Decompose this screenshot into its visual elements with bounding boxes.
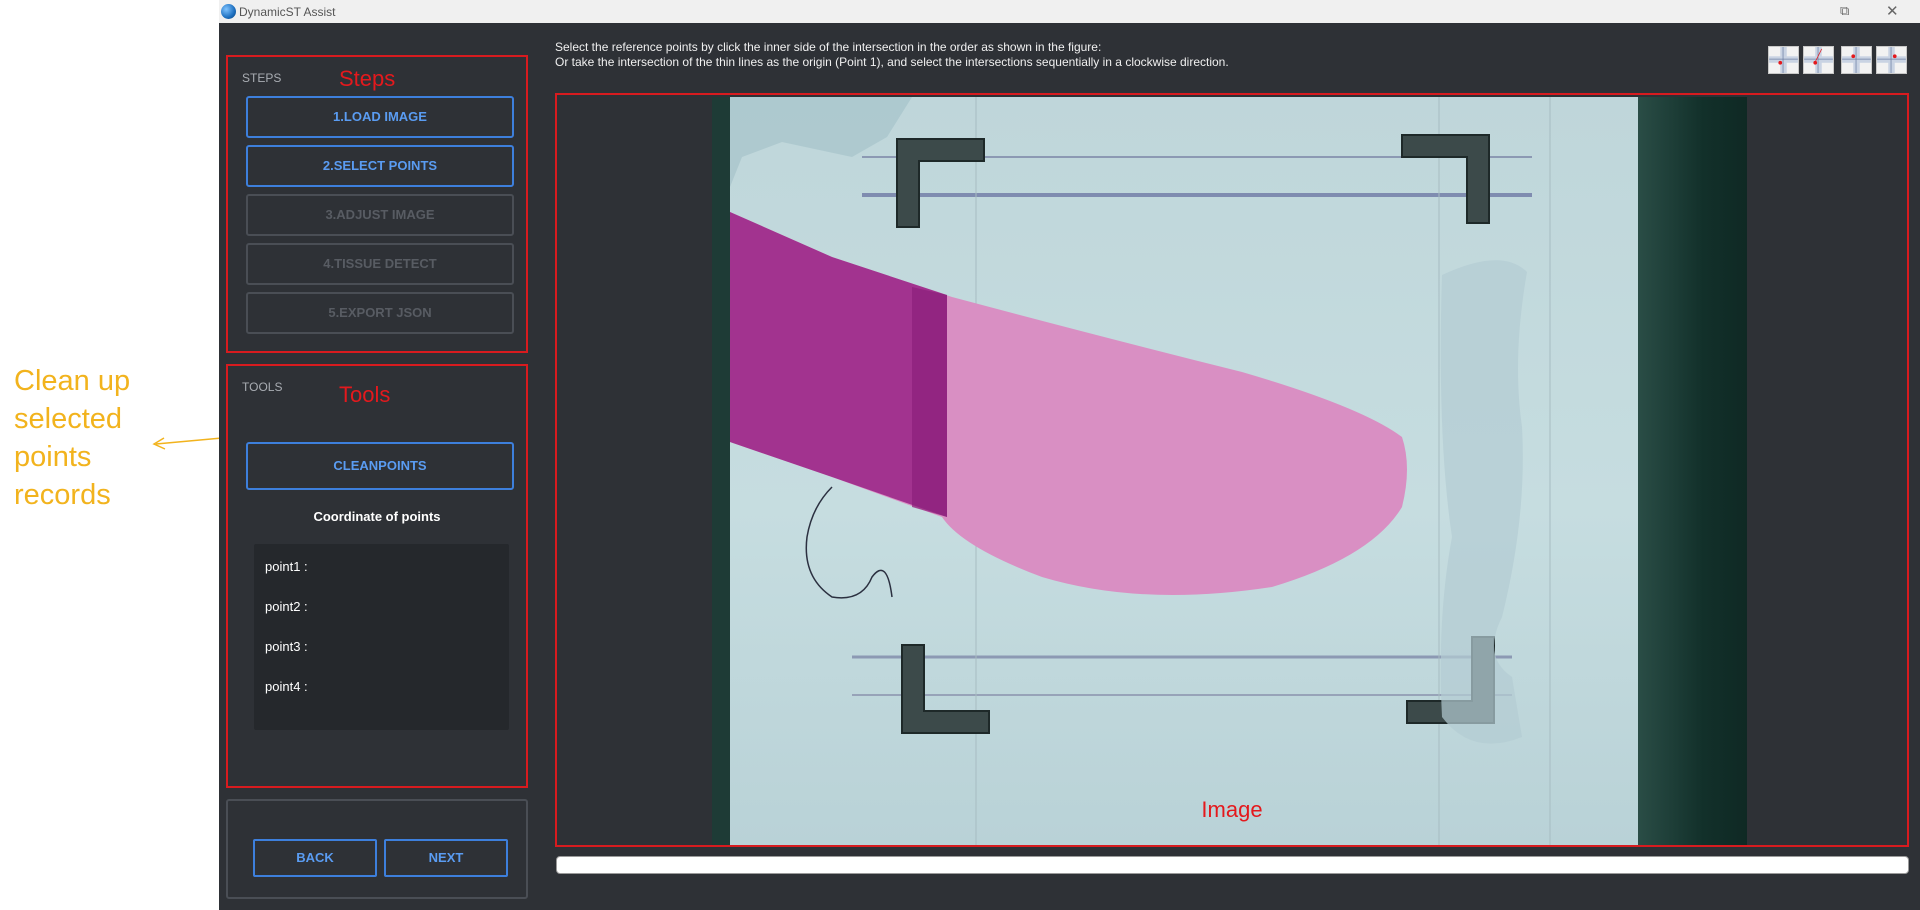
point2-label: point2 : [265,599,308,614]
reference-point-1-icon [1768,46,1799,74]
slide-drawing [712,97,1551,845]
point3-label: point3 : [265,639,308,654]
progress-bar [556,856,1909,874]
export-json-button[interactable]: 5.EXPORT JSON [246,292,514,334]
next-button[interactable]: NEXT [384,839,508,877]
steps-tag: Steps [339,66,396,91]
image-viewer[interactable]: Image [555,93,1909,847]
reference-point-2-icon [1803,46,1834,74]
steps-caption: STEPS [242,71,282,85]
window-title: DynamicST Assist [239,5,336,19]
reference-point-3-icon [1841,46,1872,74]
tissue-detect-button[interactable]: 4.TISSUE DETECT [246,243,514,285]
clean-points-button[interactable]: CLEANPOINTS [246,442,514,490]
back-button[interactable]: BACK [253,839,377,877]
instruction-line-2: Or take the intersection of the thin lin… [555,55,1229,69]
steps-panel: STEPS Steps 1.LOAD IMAGE 2.SELECT POINTS… [226,55,528,353]
annotation-text: Clean up selected points records [14,365,131,511]
tools-caption: TOOLS [242,380,283,394]
sidebar: STEPS Steps 1.LOAD IMAGE 2.SELECT POINTS… [219,23,534,910]
load-image-button[interactable]: 1.LOAD IMAGE [246,96,514,138]
title-bar: DynamicST Assist ⧉ ✕ [219,0,1920,23]
coordinate-title: Coordinate of points [313,509,441,524]
reference-point-4-icon [1876,46,1907,74]
navigation-panel: BACK NEXT [226,799,528,899]
instructions: Select the reference points by click the… [555,40,1229,70]
app-window: DynamicST Assist ⧉ ✕ STEPS Steps 1.LOAD … [219,0,1920,910]
close-icon[interactable]: ✕ [1886,2,1899,20]
select-points-button[interactable]: 2.SELECT POINTS [246,145,514,187]
image-tag: Image [1201,797,1263,822]
app-logo-icon [221,4,236,19]
tools-panel: TOOLS Tools CLEANPOINTS Coordinate of po… [226,364,528,788]
point1-label: point1 : [265,559,308,574]
adjust-image-button[interactable]: 3.ADJUST IMAGE [246,194,514,236]
tissue-slide-image[interactable]: Image [712,97,1747,845]
point4-label: point4 : [265,679,308,694]
instruction-line-1: Select the reference points by click the… [555,40,1102,54]
tools-tag: Tools [339,382,391,407]
restore-icon[interactable]: ⧉ [1840,3,1849,19]
coordinate-list: point1 : point2 : point3 : point4 : [254,544,509,730]
